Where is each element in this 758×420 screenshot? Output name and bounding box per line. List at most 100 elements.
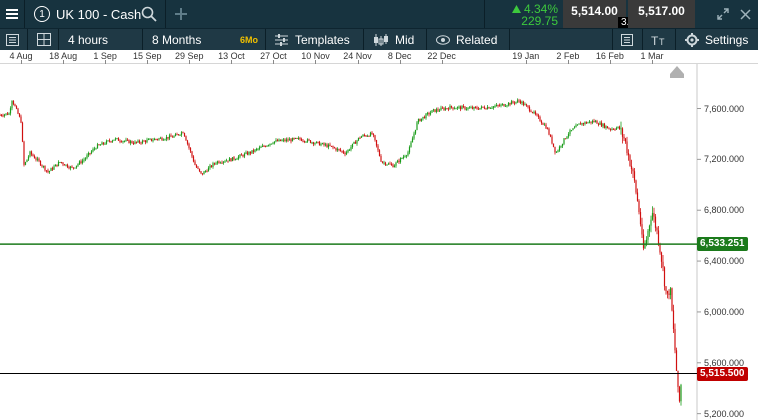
- candle-body: [317, 141, 319, 143]
- candle-body: [563, 138, 565, 144]
- add-tab-button[interactable]: [175, 0, 187, 28]
- candle-body: [143, 140, 145, 142]
- candle-body: [311, 142, 313, 144]
- range-dropdown[interactable]: 8 Months: [152, 29, 201, 50]
- candle-body: [627, 153, 630, 156]
- candle-body: [420, 118, 423, 122]
- layout-button[interactable]: [37, 29, 51, 50]
- price-type-dropdown[interactable]: Mid: [373, 29, 414, 50]
- candle-body: [180, 132, 183, 135]
- sliders-icon: [275, 33, 288, 46]
- candle-body: [141, 140, 144, 144]
- candle-body: [383, 162, 385, 164]
- interval-dropdown[interactable]: 4 hours: [68, 29, 108, 50]
- candle-body: [660, 252, 663, 262]
- candle-body: [119, 140, 121, 142]
- candle-body: [641, 224, 643, 235]
- candle-body: [272, 143, 274, 145]
- candle-body: [513, 102, 516, 104]
- candle-body: [266, 145, 268, 147]
- instrument-header: 1 UK 100 - Cash 4.34% 229.75 5,514.00 3.…: [0, 0, 758, 28]
- candle-body: [273, 141, 276, 144]
- candle-body: [326, 144, 328, 148]
- candle-body: [338, 148, 340, 150]
- candle-body: [558, 146, 561, 151]
- settings-button[interactable]: Settings: [685, 29, 748, 50]
- templates-button[interactable]: Templates: [275, 29, 350, 50]
- date-axis: 4 Aug 18 Aug 1 Sep 15 Sep 29 Sep 13 Oct 27 Oct…: [0, 50, 758, 64]
- candle-body: [33, 156, 36, 159]
- eye-icon: [436, 34, 450, 45]
- candle-body: [561, 143, 564, 147]
- candle-body: [251, 150, 253, 154]
- chart-toolbar: 4 hours 8 Months 6Mo Templates Mid Relat…: [0, 28, 758, 50]
- candle-body: [492, 106, 495, 108]
- candle-body: [81, 160, 84, 164]
- candle-body: [102, 142, 105, 144]
- price-tick-label: 7,200.000: [704, 154, 745, 165]
- candle-body: [603, 123, 606, 128]
- candle-body: [275, 140, 277, 142]
- candle-body: [56, 164, 58, 167]
- related-button[interactable]: Related: [436, 29, 497, 50]
- candle-body: [306, 139, 309, 142]
- candle-body: [612, 128, 615, 130]
- candle-body: [495, 105, 498, 107]
- text-size-button[interactable]: T T: [651, 29, 667, 50]
- candle-body: [468, 107, 471, 109]
- candle-body: [428, 113, 430, 115]
- candle-body: [669, 288, 672, 296]
- scroll-to-latest-icon[interactable]: [670, 66, 684, 78]
- candle-body: [327, 144, 330, 148]
- candle-body: [491, 107, 493, 109]
- candle-body: [359, 137, 361, 139]
- candle-body: [309, 140, 312, 143]
- candle-body: [389, 163, 391, 165]
- candle-body: [270, 143, 273, 145]
- candle-body: [630, 165, 633, 170]
- candle-body: [131, 141, 133, 144]
- candle-body: [648, 225, 651, 231]
- candle-body: [662, 261, 664, 268]
- sell-price: 5,514.00: [571, 4, 618, 18]
- candle-body: [168, 135, 171, 139]
- candle-body: [663, 267, 666, 287]
- candle-body: [5, 113, 7, 115]
- expand-button[interactable]: [717, 0, 729, 28]
- candle-body: [606, 126, 609, 129]
- indicators-button[interactable]: [621, 29, 633, 50]
- candle-body: [479, 108, 481, 110]
- buy-price-button[interactable]: 5,517.00: [628, 0, 695, 28]
- candle-body: [83, 159, 85, 161]
- price-chart[interactable]: 7,600.000 7,200.000 6,800.000 6,400.000 6,00…: [0, 64, 758, 420]
- sell-price-button[interactable]: 5,514.00: [563, 0, 626, 28]
- candle-body: [534, 111, 537, 115]
- candle-body: [39, 160, 42, 166]
- candle-body: [263, 145, 265, 147]
- candle-body: [159, 137, 162, 139]
- candle-body: [227, 160, 229, 162]
- chart-canvas[interactable]: [0, 64, 758, 420]
- candle-body: [548, 128, 550, 135]
- candle-body: [402, 156, 405, 159]
- candle-body: [464, 106, 466, 110]
- candle-body: [585, 122, 588, 124]
- candle-body: [408, 147, 411, 153]
- candle-body: [77, 164, 79, 166]
- candle-body: [26, 159, 28, 163]
- close-icon: [740, 8, 751, 20]
- price-tick-label: 6,000.000: [704, 306, 745, 317]
- search-button[interactable]: [141, 0, 157, 28]
- instrument-tab[interactable]: 1 UK 100 - Cash: [34, 0, 141, 28]
- candle-body: [443, 108, 445, 110]
- main-menu-button[interactable]: [0, 0, 24, 28]
- candle-body: [371, 132, 373, 135]
- candle-body: [395, 162, 397, 166]
- panel-toggle-button[interactable]: [6, 29, 19, 50]
- close-button[interactable]: [740, 0, 751, 28]
- range-badge: 6Mo: [240, 29, 258, 50]
- candle-body: [500, 104, 502, 106]
- candle-body: [549, 134, 552, 137]
- candle-body: [140, 142, 142, 144]
- candle-body: [594, 120, 597, 122]
